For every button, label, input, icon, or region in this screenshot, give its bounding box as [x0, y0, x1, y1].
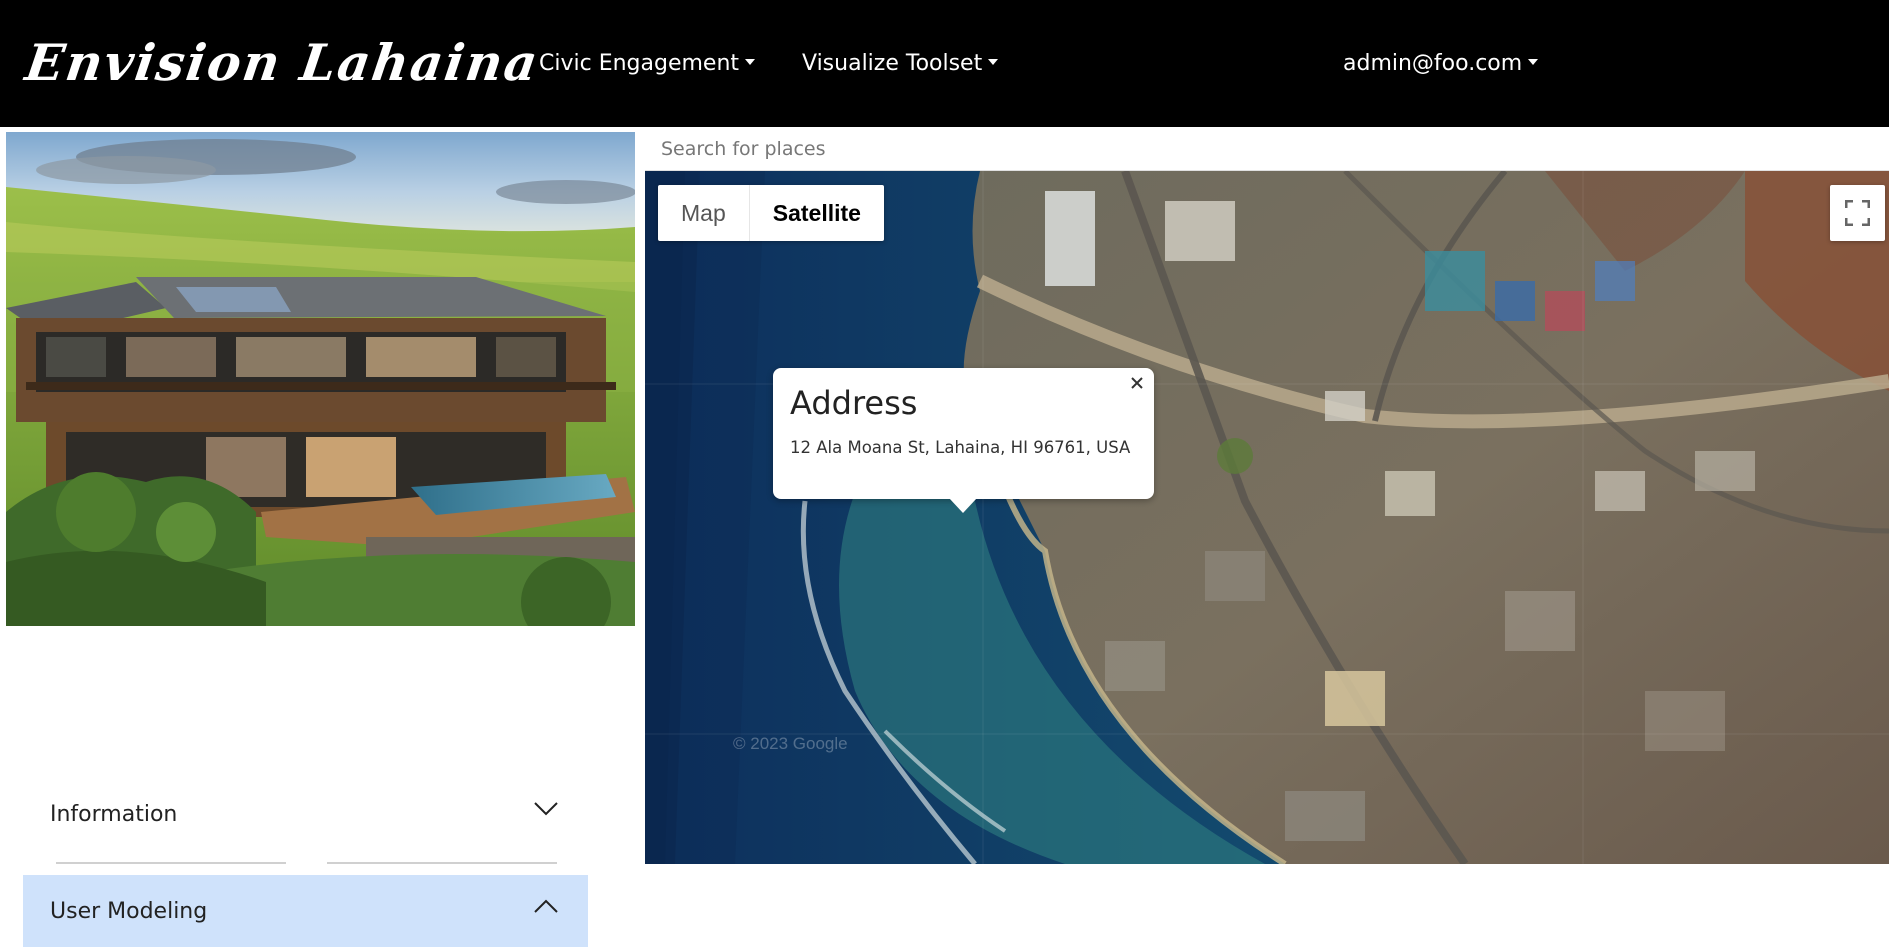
map-type-map-button[interactable]: Map — [658, 185, 750, 241]
accordion-information-label: Information — [50, 801, 178, 827]
user-email: admin@foo.com — [1343, 51, 1523, 76]
visualize-toolset-dropdown[interactable]: Visualize Toolset — [802, 44, 999, 84]
accordion-user-modeling[interactable]: User Modeling — [23, 875, 588, 947]
caret-down-icon — [745, 59, 756, 65]
close-icon[interactable] — [1126, 372, 1148, 394]
satellite-map[interactable]: © 2023 Google Map Satellite Address 12 A… — [645, 171, 1889, 864]
accordion-information[interactable]: Information — [23, 778, 588, 850]
fullscreen-icon — [1845, 200, 1870, 226]
info-window-address: 12 Ala Moana St, Lahaina, HI 96761, USA — [790, 438, 1131, 457]
accordion-user-modeling-label: User Modeling — [50, 898, 208, 924]
fullscreen-button[interactable] — [1830, 185, 1885, 241]
map-type-satellite-button[interactable]: Satellite — [750, 185, 884, 241]
map-type-control: Map Satellite — [658, 185, 884, 241]
address-info-window: Address 12 Ala Moana St, Lahaina, HI 967… — [773, 368, 1154, 513]
top-navbar: Envision Lahaina Civic Engagement Visual… — [0, 0, 1889, 127]
chevron-down-icon — [534, 802, 558, 816]
caret-down-icon — [1528, 59, 1539, 65]
caret-down-icon — [988, 59, 999, 65]
map-search-input[interactable]: Search for places — [645, 127, 1889, 171]
info-window-tail — [949, 498, 977, 513]
left-sidebar: Information User Modeling — [0, 127, 644, 947]
chevron-up-icon — [534, 899, 558, 913]
info-window-title: Address — [790, 384, 918, 422]
civic-engagement-dropdown[interactable]: Civic Engagement — [539, 44, 756, 84]
civic-engagement-label: Civic Engagement — [539, 51, 740, 76]
hero-image — [6, 132, 635, 626]
user-account-dropdown[interactable]: admin@foo.com — [1343, 44, 1539, 84]
visualize-toolset-label: Visualize Toolset — [802, 51, 983, 76]
brand-logo[interactable]: Envision Lahaina — [21, 28, 544, 98]
map-watermark: © 2023 Google — [733, 734, 848, 753]
